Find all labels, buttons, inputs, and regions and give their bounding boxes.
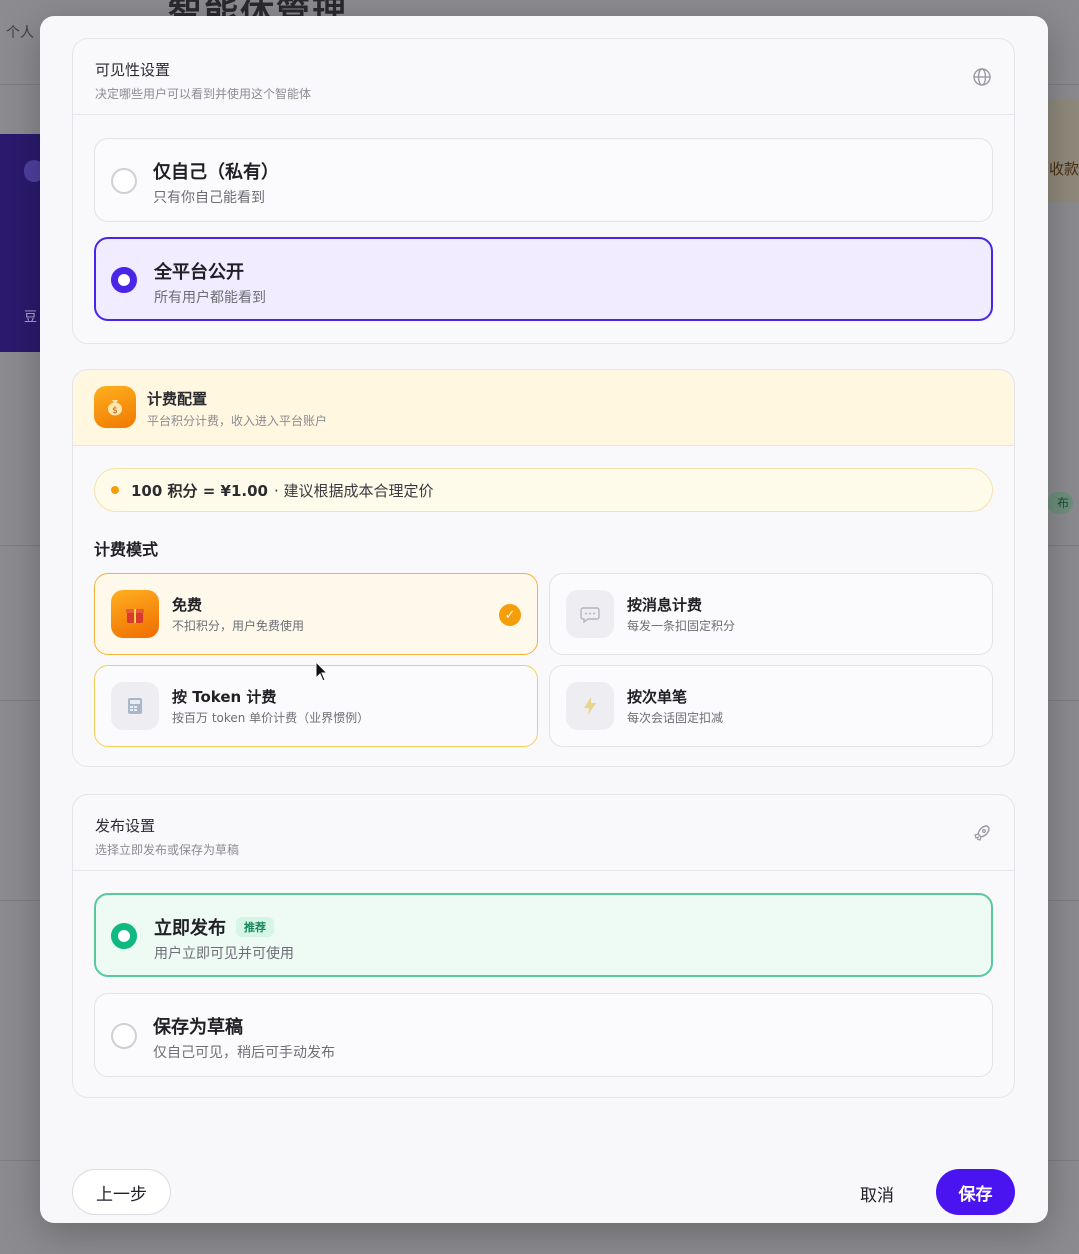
option-label: 全平台公开	[154, 262, 244, 283]
background-card-text: 豆	[24, 310, 38, 325]
breadcrumb: 个人	[6, 25, 34, 41]
visibility-title: 可见性设置	[95, 61, 171, 79]
chat-icon	[566, 590, 614, 638]
radio-button-selected[interactable]	[111, 267, 137, 293]
gift-icon	[111, 590, 159, 638]
mode-label: 按 Token 计费	[172, 688, 277, 706]
visibility-header: 可见性设置 决定哪些用户可以看到并使用这个智能体	[73, 39, 1014, 115]
recommended-badge: 推荐	[236, 917, 274, 937]
billing-header: $ 计费配置 平台积分计费，收入进入平台账户	[73, 370, 1014, 446]
check-icon: ✓	[499, 604, 521, 626]
mode-desc: 每发一条扣固定积分	[627, 619, 736, 633]
rocket-icon	[974, 825, 990, 841]
visibility-option-private[interactable]: 仅自己（私有） 只有你自己能看到	[94, 138, 993, 222]
background-right-text: 收款	[1048, 160, 1079, 178]
option-desc: 仅自己可见，稍后可手动发布	[153, 1045, 335, 1061]
money-bag-icon: $	[94, 386, 136, 428]
visibility-subtitle: 决定哪些用户可以看到并使用这个智能体	[95, 87, 312, 101]
option-label: 保存为草稿	[153, 1017, 243, 1038]
visibility-option-public[interactable]: 全平台公开 所有用户都能看到	[94, 237, 993, 321]
svg-text:$: $	[112, 406, 118, 416]
publish-title: 发布设置	[95, 817, 156, 835]
dot-icon	[111, 486, 119, 494]
billing-mode-label: 计费模式	[94, 540, 159, 559]
agent-settings-modal: 可见性设置 决定哪些用户可以看到并使用这个智能体 仅自己（私有） 只有你自己能看…	[40, 16, 1048, 1223]
option-desc: 只有你自己能看到	[153, 190, 265, 206]
lightning-icon	[566, 682, 614, 730]
billing-subtitle: 平台积分计费，收入进入平台账户	[147, 414, 328, 428]
rate-info-box: 100 积分 = ¥1.00 · 建议根据成本合理定价	[94, 468, 993, 512]
mode-desc: 每次会话固定扣减	[627, 711, 724, 725]
billing-section: $ 计费配置 平台积分计费，收入进入平台账户 100 积分 = ¥1.00 · …	[72, 369, 1015, 767]
cancel-button[interactable]: 取消	[860, 1181, 894, 1206]
mode-desc: 按百万 token 单价计费（业界惯例）	[172, 711, 370, 725]
billing-mode-per-session[interactable]: 按次单笔 每次会话固定扣减	[549, 665, 993, 747]
billing-mode-free[interactable]: 免费 不扣积分，用户免费使用 ✓	[94, 573, 538, 655]
calculator-icon	[111, 682, 159, 730]
save-button[interactable]: 保存	[936, 1169, 1015, 1215]
publish-now-label: 立即发布	[154, 918, 226, 939]
rate-note: · 建议根据成本合理定价	[274, 481, 434, 500]
option-desc: 所有用户都能看到	[154, 290, 266, 306]
option-label: 立即发布 推荐	[154, 914, 274, 940]
publish-option-draft[interactable]: 保存为草稿 仅自己可见，稍后可手动发布	[94, 993, 993, 1077]
publish-header: 发布设置 选择立即发布或保存为草稿	[73, 795, 1014, 871]
radio-button[interactable]	[111, 168, 137, 194]
globe-icon	[973, 68, 991, 86]
mouse-cursor-icon	[315, 661, 329, 682]
publish-option-now[interactable]: 立即发布 推荐 用户立即可见并可使用	[94, 893, 993, 977]
mode-label: 按次单笔	[627, 688, 688, 706]
back-button[interactable]: 上一步	[72, 1169, 171, 1215]
publish-subtitle: 选择立即发布或保存为草稿	[95, 843, 240, 857]
background-status-badge: 布	[1047, 492, 1073, 514]
option-desc: 用户立即可见并可使用	[154, 946, 294, 962]
visibility-section: 可见性设置 决定哪些用户可以看到并使用这个智能体 仅自己（私有） 只有你自己能看…	[72, 38, 1015, 344]
radio-button-selected[interactable]	[111, 923, 137, 949]
publish-section: 发布设置 选择立即发布或保存为草稿 立即发布 推荐 用户立即可见并可使用 保存为草…	[72, 794, 1015, 1098]
billing-title: 计费配置	[147, 390, 208, 408]
mode-label: 按消息计费	[627, 596, 703, 614]
option-label: 仅自己（私有）	[153, 162, 279, 183]
billing-mode-per-message[interactable]: 按消息计费 每发一条扣固定积分	[549, 573, 993, 655]
mode-desc: 不扣积分，用户免费使用	[172, 619, 305, 633]
background-right-card	[1047, 100, 1079, 202]
rate-value: 100 积分 = ¥1.00	[131, 481, 268, 500]
mode-label: 免费	[172, 596, 203, 614]
radio-button[interactable]	[111, 1023, 137, 1049]
